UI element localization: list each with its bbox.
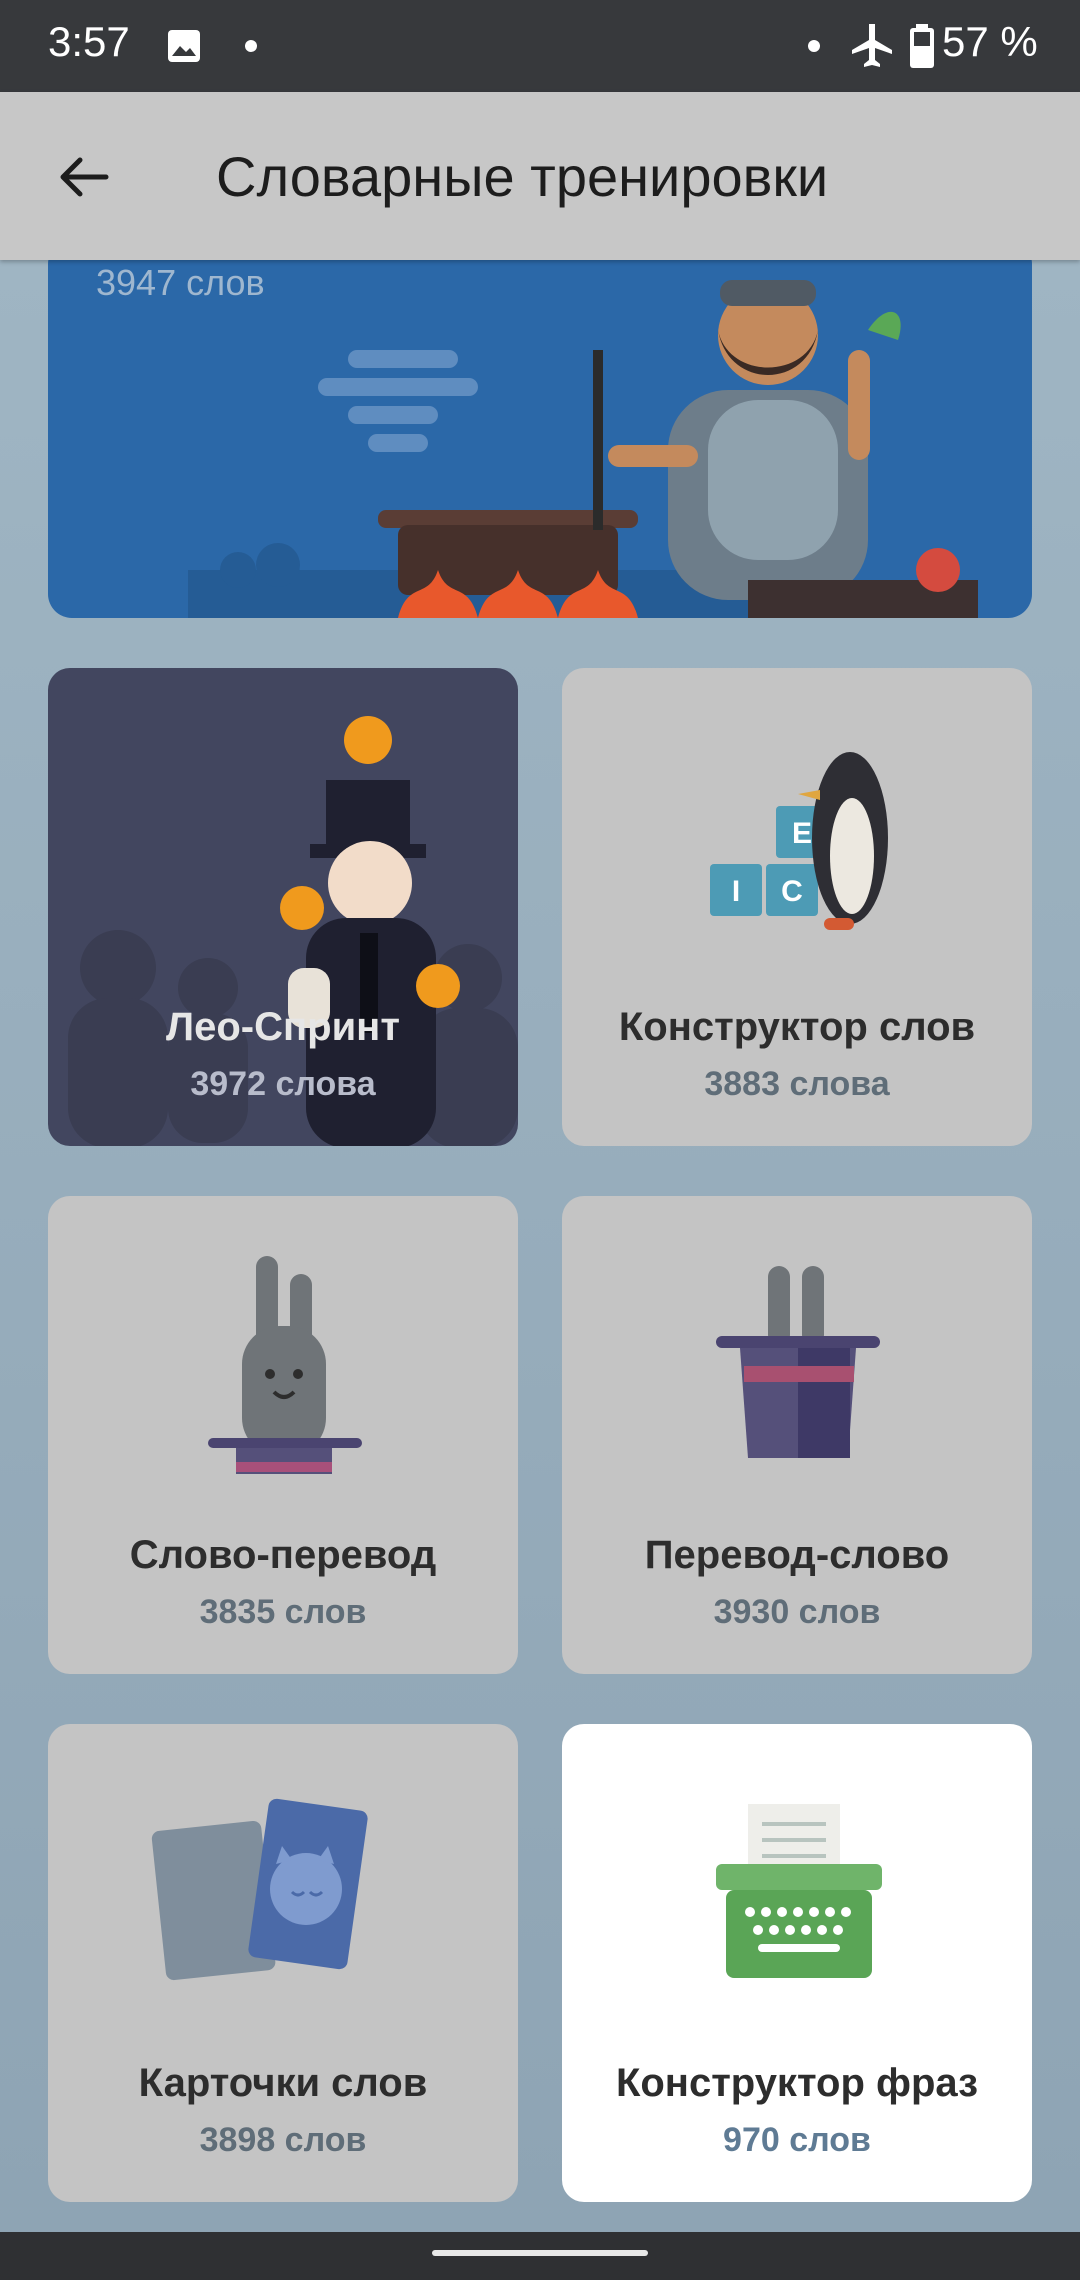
card-count: 3883 слова [704,1065,890,1103]
card-count: 3898 слов [199,2121,367,2159]
training-card-banner[interactable]: 3947 слов [48,260,1032,618]
training-card-word-translation[interactable]: Слово-перевод 3835 слов [48,1196,518,1674]
card-count: 970 слов [723,2121,871,2159]
status-bar: 3:57 57 % [0,0,1080,92]
app-bar: Словарные тренировки [0,92,1080,260]
card-count: 3930 слов [713,1593,881,1631]
card-label: Конструктор фраз [615,2061,979,2105]
navigation-bar [0,2232,1080,2280]
card-count: 3835 слов [199,1593,367,1631]
training-card-translation-word[interactable]: Перевод-слово 3930 слов [562,1196,1032,1674]
notification-dot-icon [245,40,257,52]
training-card-word-constructor[interactable]: E I C Конструктор слов 3883 слова [562,668,1032,1146]
training-card-leo-sprint[interactable]: Лео-Спринт 3972 слова [48,668,518,1146]
card-label: Перевод-слово [644,1533,950,1577]
trainings-list: 3947 слов Лео-Спринт 3972 слова E I C Ко… [0,260,1080,2232]
card-label: Карточки слов [138,2061,428,2105]
card-count: 3972 слова [190,1065,376,1103]
status-time: 3:57 [48,18,130,65]
card-label: Конструктор слов [618,1005,976,1049]
cook-illustration-icon [188,280,978,618]
svg-text:E: E [792,817,812,850]
dot-icon [808,40,820,52]
card-label: Лео-Спринт [166,1005,400,1049]
svg-text:I: I [732,875,740,908]
airplane-mode-icon [852,24,892,67]
page-title: Словарные тренировки [216,145,829,208]
svg-text:C: C [781,875,803,908]
back-arrow-icon[interactable] [56,150,110,204]
training-card-phrase-constructor[interactable]: Конструктор фраз 970 слов [562,1724,1032,2202]
image-icon [168,30,200,62]
card-label: Слово-перевод [129,1533,437,1577]
battery-percent: 57 % [942,18,1038,65]
battery-icon [910,24,934,68]
home-gesture-handle[interactable] [432,2250,648,2256]
training-card-flashcards[interactable]: Карточки слов 3898 слов [48,1724,518,2202]
